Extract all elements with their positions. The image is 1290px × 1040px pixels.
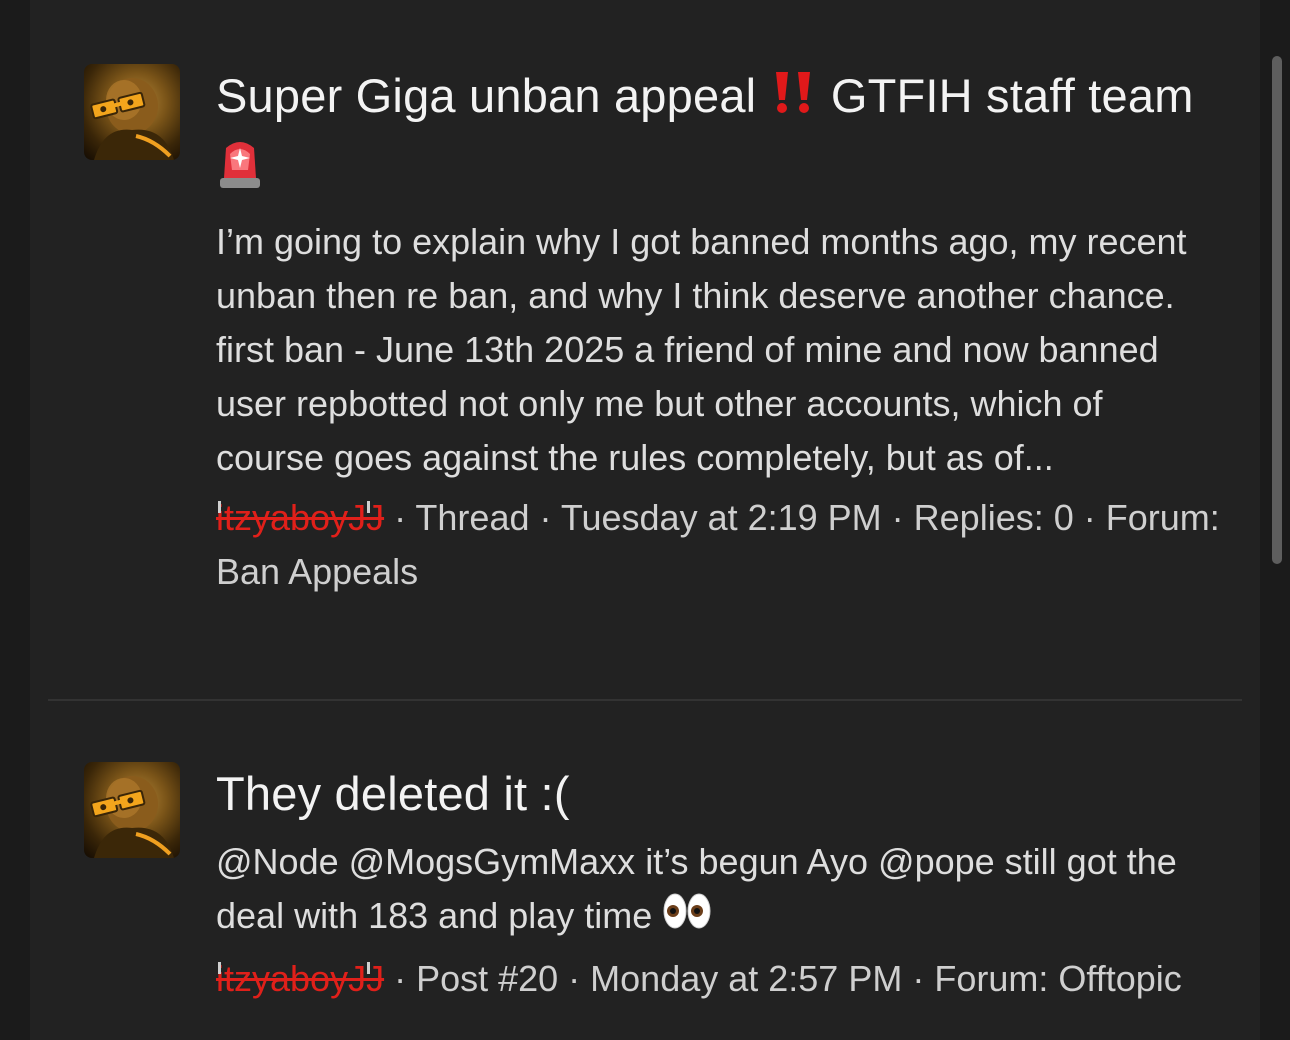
result-snippet: I’m going to explain why I got banned mo… bbox=[216, 221, 1187, 479]
title-text: Super Giga unban appeal bbox=[216, 69, 770, 122]
title-text: They deleted it :( bbox=[216, 767, 570, 820]
eyes-icon bbox=[662, 891, 712, 946]
result-snippet: @Node @MogsGymMaxx it’s begun Ayo @pope … bbox=[216, 835, 1220, 946]
result-content: They deleted it :( @Node @MogsGymMaxx it… bbox=[216, 760, 1220, 1006]
author-username[interactable]: itzyaboyJJ bbox=[216, 958, 384, 999]
result-meta: itzyaboyJJ · Thread · Tuesday at 2:19 PM… bbox=[216, 491, 1220, 599]
avatar[interactable] bbox=[84, 762, 180, 858]
result-title[interactable]: Super Giga unban appeal GTFIH staff team bbox=[216, 62, 1220, 207]
avatar-image bbox=[90, 776, 174, 858]
avatar-image bbox=[90, 78, 174, 160]
result-title[interactable]: They deleted it :( bbox=[216, 760, 1220, 827]
title-text-2: GTFIH staff team bbox=[817, 69, 1194, 122]
author-username[interactable]: itzyaboyJJ bbox=[216, 497, 384, 538]
scrollbar-thumb[interactable] bbox=[1272, 56, 1282, 564]
police-light-icon bbox=[216, 134, 264, 207]
result-content: Super Giga unban appeal GTFIH staff team… bbox=[216, 62, 1220, 599]
result-meta: itzyaboyJJ · Post #20 · Monday at 2:57 P… bbox=[216, 952, 1220, 1006]
avatar[interactable] bbox=[84, 64, 180, 160]
double-exclamation-icon bbox=[770, 66, 818, 133]
scrollbar[interactable] bbox=[1260, 0, 1290, 1040]
search-results-page: Super Giga unban appeal GTFIH staff team… bbox=[30, 0, 1260, 1040]
result-divider bbox=[48, 699, 1242, 701]
meta-details: · Post #20 · Monday at 2:57 PM · Forum: … bbox=[384, 957, 1182, 999]
